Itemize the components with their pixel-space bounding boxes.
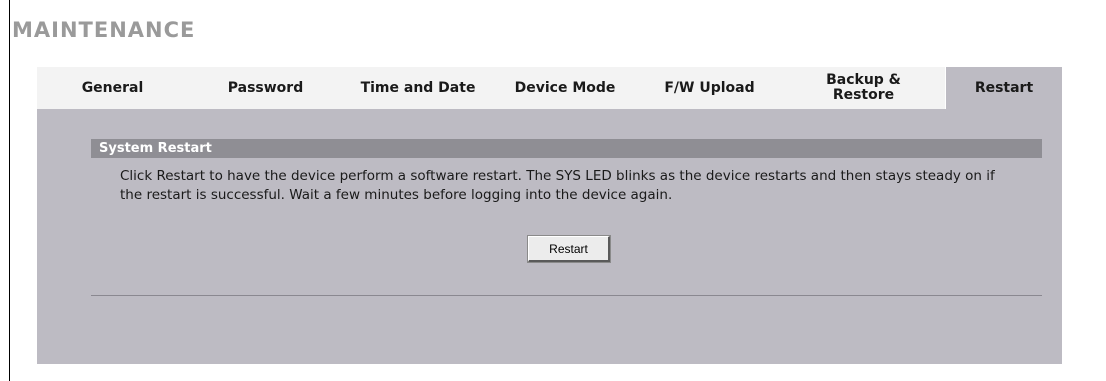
tab-fw-upload[interactable]: F/W Upload [637, 67, 782, 109]
tab-general[interactable]: General [37, 67, 188, 109]
tab-password[interactable]: Password [188, 67, 343, 109]
restart-button[interactable]: Restart [527, 235, 611, 263]
section-divider [91, 295, 1042, 296]
section-header-system-restart: System Restart [91, 139, 1042, 158]
tab-restart[interactable]: Restart [945, 67, 1062, 109]
tab-device-mode[interactable]: Device Mode [493, 67, 637, 109]
content-panel: System Restart Click Restart to have the… [37, 109, 1062, 364]
tab-bar: General Password Time and Date Device Mo… [37, 67, 1062, 109]
restart-description: Click Restart to have the device perform… [120, 168, 995, 203]
tab-backup-restore[interactable]: Backup & Restore [782, 67, 945, 109]
tab-time-and-date[interactable]: Time and Date [343, 67, 493, 109]
page-title: MAINTENANCE [12, 18, 196, 42]
page-frame-border [9, 0, 10, 381]
